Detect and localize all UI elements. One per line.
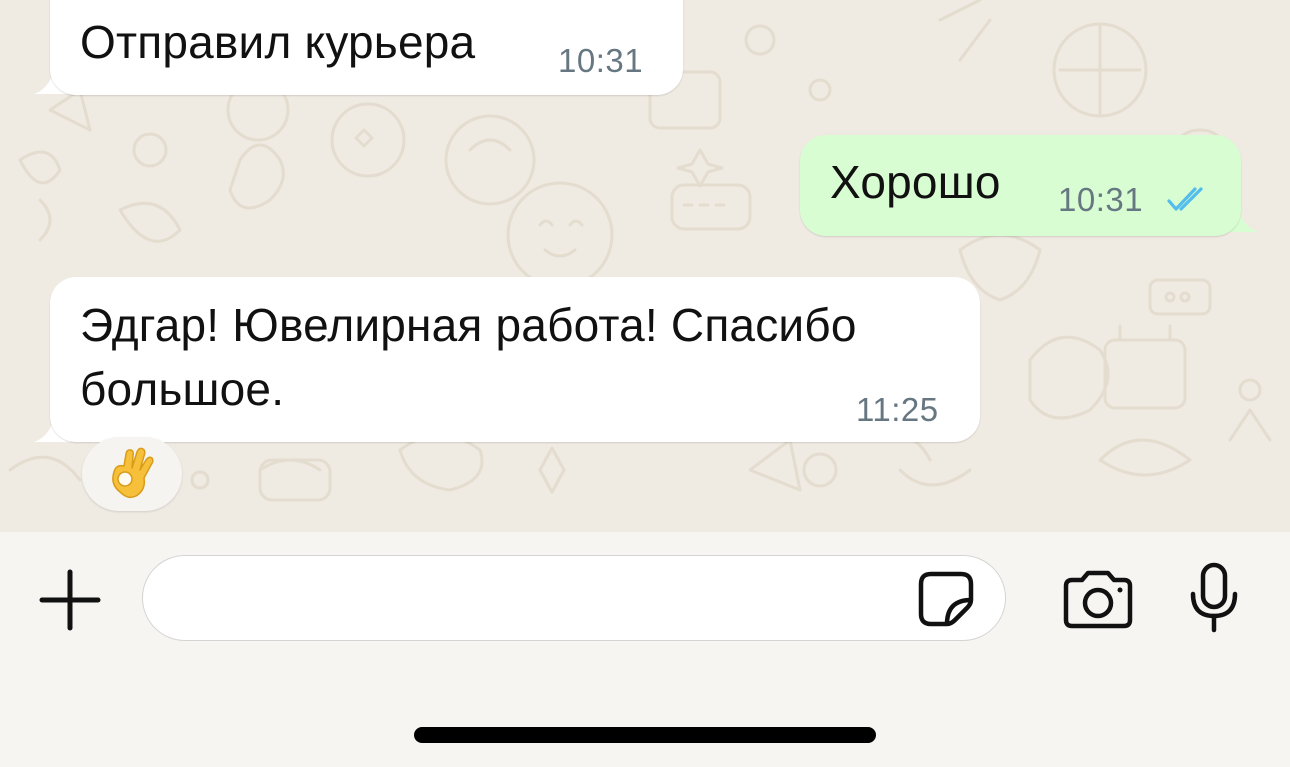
message-reaction[interactable]: [82, 437, 182, 511]
message-timestamp: 11:25: [856, 391, 939, 428]
outgoing-message-bubble[interactable]: Хорошо 10:31: [800, 135, 1241, 236]
plus-icon: [39, 569, 101, 631]
incoming-message-bubble[interactable]: Отправил курьера 10:31: [50, 0, 683, 95]
ok-hand-emoji-icon: [112, 447, 154, 499]
sticker-icon[interactable]: [917, 570, 975, 628]
message-input[interactable]: [173, 572, 917, 626]
message-timestamp: 10:31: [558, 42, 644, 79]
attach-button[interactable]: [38, 568, 102, 632]
incoming-message-bubble[interactable]: Эдгар! Ювелирная работа! Спасибо большое…: [50, 277, 980, 442]
voice-message-button[interactable]: [1186, 562, 1242, 634]
camera-button[interactable]: [1060, 570, 1136, 630]
message-input-field[interactable]: [142, 555, 1006, 641]
message-text-line-1: Эдгар! Ювелирная работа! Спасибо: [80, 299, 857, 351]
chat-area[interactable]: Отправил курьера 10:31 Хорошо 10:31 Эдга…: [0, 0, 1290, 532]
message-text-line-2: большое.: [80, 363, 285, 415]
message-text: Отправил курьера: [80, 16, 476, 68]
double-check-icon: [1167, 187, 1203, 211]
message-text: Хорошо: [830, 156, 1001, 208]
camera-icon: [1063, 570, 1133, 629]
message-timestamp: 10:31: [1058, 181, 1144, 218]
microphone-icon: [1190, 562, 1238, 633]
home-indicator: [414, 727, 876, 743]
